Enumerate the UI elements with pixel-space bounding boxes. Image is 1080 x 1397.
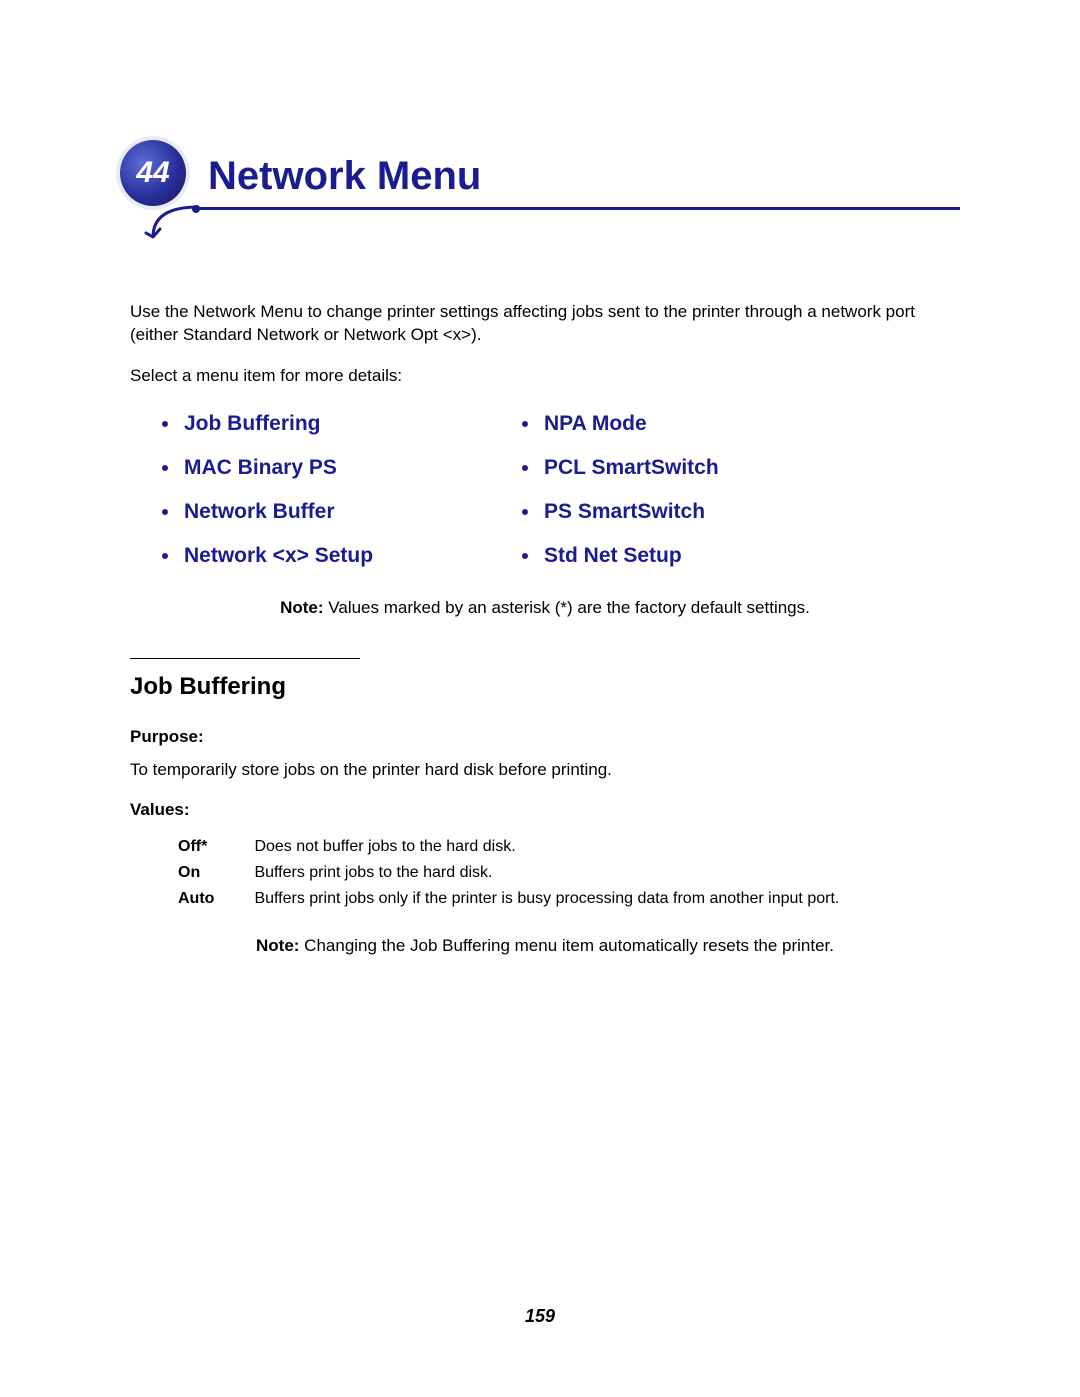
values-label: Values:	[130, 800, 960, 820]
purpose-label: Purpose:	[130, 727, 960, 747]
chapter-heading: 44 Network Menu	[130, 140, 960, 241]
menu-item-grid: Job Buffering NPA Mode MAC Binary PS PCL…	[162, 412, 960, 568]
title-rule	[130, 201, 960, 241]
page: 44 Network Menu Use the Network Menu to …	[0, 0, 1080, 1397]
bullet-icon	[162, 509, 168, 515]
note-label: Note:	[280, 598, 323, 617]
bullet-icon	[162, 553, 168, 559]
purpose-text: To temporarily store jobs on the printer…	[130, 759, 960, 782]
value-key: Off*	[178, 834, 254, 860]
note-label: Note:	[256, 936, 299, 955]
bullet-icon	[522, 509, 528, 515]
menu-link[interactable]: Network Buffer	[184, 500, 335, 524]
intro-paragraph: Use the Network Menu to change printer s…	[130, 301, 960, 347]
value-key: On	[178, 860, 254, 886]
page-number: 159	[0, 1306, 1080, 1327]
menu-link[interactable]: NPA Mode	[544, 412, 647, 436]
menu-link[interactable]: MAC Binary PS	[184, 456, 337, 480]
bullet-icon	[522, 421, 528, 427]
menu-item-pcl-smartswitch[interactable]: PCL SmartSwitch	[522, 456, 842, 480]
section-note: Note: Changing the Job Buffering menu it…	[130, 936, 960, 956]
value-desc: Does not buffer jobs to the hard disk.	[254, 834, 839, 860]
menu-item-job-buffering[interactable]: Job Buffering	[162, 412, 482, 436]
values-table: Off* Does not buffer jobs to the hard di…	[178, 834, 839, 912]
value-key: Auto	[178, 886, 254, 912]
table-row: On Buffers print jobs to the hard disk.	[178, 860, 839, 886]
menu-item-ps-smartswitch[interactable]: PS SmartSwitch	[522, 500, 842, 524]
menu-link[interactable]: PS SmartSwitch	[544, 500, 705, 524]
value-desc: Buffers print jobs to the hard disk.	[254, 860, 839, 886]
menu-link[interactable]: Network <x> Setup	[184, 544, 373, 568]
menu-item-std-net-setup[interactable]: Std Net Setup	[522, 544, 842, 568]
bullet-icon	[522, 465, 528, 471]
chapter-number: 44	[136, 156, 169, 190]
select-instruction: Select a menu item for more details:	[130, 365, 960, 388]
menu-link[interactable]: PCL SmartSwitch	[544, 456, 719, 480]
value-desc: Buffers print jobs only if the printer i…	[254, 886, 839, 912]
bullet-icon	[522, 553, 528, 559]
chapter-title: Network Menu	[208, 140, 960, 199]
menu-link[interactable]: Job Buffering	[184, 412, 321, 436]
note-text: Values marked by an asterisk (*) are the…	[324, 598, 810, 617]
table-row: Auto Buffers print jobs only if the prin…	[178, 886, 839, 912]
menu-item-mac-binary-ps[interactable]: MAC Binary PS	[162, 456, 482, 480]
menu-item-network-buffer[interactable]: Network Buffer	[162, 500, 482, 524]
defaults-note: Note: Values marked by an asterisk (*) a…	[130, 598, 960, 618]
bullet-icon	[162, 465, 168, 471]
section-heading: Job Buffering	[130, 673, 960, 701]
bullet-icon	[162, 421, 168, 427]
note-text: Changing the Job Buffering menu item aut…	[299, 936, 834, 955]
section-divider	[130, 658, 360, 659]
badge-tail-icon	[148, 207, 198, 247]
menu-item-npa-mode[interactable]: NPA Mode	[522, 412, 842, 436]
chapter-badge: 44	[120, 140, 186, 206]
table-row: Off* Does not buffer jobs to the hard di…	[178, 834, 839, 860]
menu-item-network-x-setup[interactable]: Network <x> Setup	[162, 544, 482, 568]
menu-link[interactable]: Std Net Setup	[544, 544, 682, 568]
